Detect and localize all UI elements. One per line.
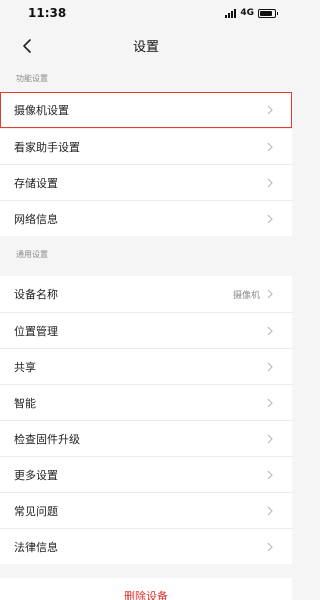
delete-device-button[interactable]: 删除设备 bbox=[0, 578, 292, 600]
more-settings-item[interactable]: 更多设置 bbox=[0, 456, 292, 492]
faq-item[interactable]: 常见问题 bbox=[0, 492, 292, 528]
device-name-item[interactable]: 设备名称 摄像机 bbox=[0, 276, 292, 312]
home-assistant-settings-item[interactable]: 看家助手设置 bbox=[0, 128, 292, 164]
battery-level bbox=[260, 10, 272, 16]
chevron-right-icon bbox=[267, 362, 273, 371]
chevron-right-icon bbox=[267, 326, 273, 335]
row-label: 设备名称 bbox=[14, 288, 58, 301]
share-item[interactable]: 共享 bbox=[0, 348, 292, 384]
row-label: 共享 bbox=[14, 360, 36, 374]
section-header-general: 通用设置 bbox=[0, 240, 292, 268]
chevron-right-icon bbox=[267, 398, 273, 407]
device-name-value: 摄像机 bbox=[232, 290, 260, 301]
delete-device-label: 删除设备 bbox=[124, 590, 168, 600]
chevron-right-icon bbox=[267, 542, 273, 551]
row-label: 存储设置 bbox=[14, 176, 58, 190]
status-bar: 11:38 4G bbox=[0, 0, 292, 26]
firmware-upgrade-item[interactable]: 检查固件升级 bbox=[0, 420, 292, 456]
status-time: 11:38 bbox=[28, 6, 67, 20]
location-management-item[interactable]: 位置管理 bbox=[0, 312, 292, 348]
network-info-item[interactable]: 网络信息 bbox=[0, 200, 292, 236]
chevron-right-icon bbox=[267, 289, 273, 299]
chevron-right-icon bbox=[267, 434, 273, 443]
signal-icon bbox=[225, 8, 237, 18]
chevron-right-icon bbox=[267, 506, 273, 515]
row-label: 常见问题 bbox=[14, 504, 58, 518]
general-settings-list: 设备名称 摄像机 位置管理 共享 智能 检查固件升级 更多设置 常见问题 法律信… bbox=[0, 276, 292, 564]
function-settings-list: 摄像机设置 看家助手设置 存储设置 网络信息 bbox=[0, 92, 292, 236]
legal-info-item[interactable]: 法律信息 bbox=[0, 528, 292, 564]
row-label: 智能 bbox=[14, 396, 36, 410]
chevron-right-icon bbox=[267, 470, 273, 479]
section-header-function: 功能设置 bbox=[0, 64, 292, 92]
row-label: 摄像机设置 bbox=[14, 104, 69, 117]
network-type: 4G bbox=[240, 8, 254, 18]
row-label: 网络信息 bbox=[14, 212, 58, 226]
chevron-right-icon bbox=[267, 214, 273, 223]
nav-bar: 设置 bbox=[0, 26, 292, 64]
page-title: 设置 bbox=[132, 39, 159, 55]
back-icon[interactable] bbox=[18, 36, 38, 56]
chevron-right-icon bbox=[267, 178, 273, 187]
smart-item[interactable]: 智能 bbox=[0, 384, 292, 420]
row-label: 看家助手设置 bbox=[14, 140, 80, 154]
camera-settings-item[interactable]: 摄像机设置 bbox=[0, 92, 292, 128]
row-label: 位置管理 bbox=[14, 324, 58, 338]
status-indicators: 4G bbox=[225, 8, 278, 18]
battery-icon bbox=[258, 8, 278, 18]
row-label: 检查固件升级 bbox=[14, 432, 80, 446]
chevron-right-icon bbox=[267, 105, 273, 115]
row-label: 法律信息 bbox=[14, 540, 58, 554]
row-label: 更多设置 bbox=[14, 468, 58, 482]
storage-settings-item[interactable]: 存储设置 bbox=[0, 164, 292, 200]
chevron-right-icon bbox=[267, 142, 273, 151]
